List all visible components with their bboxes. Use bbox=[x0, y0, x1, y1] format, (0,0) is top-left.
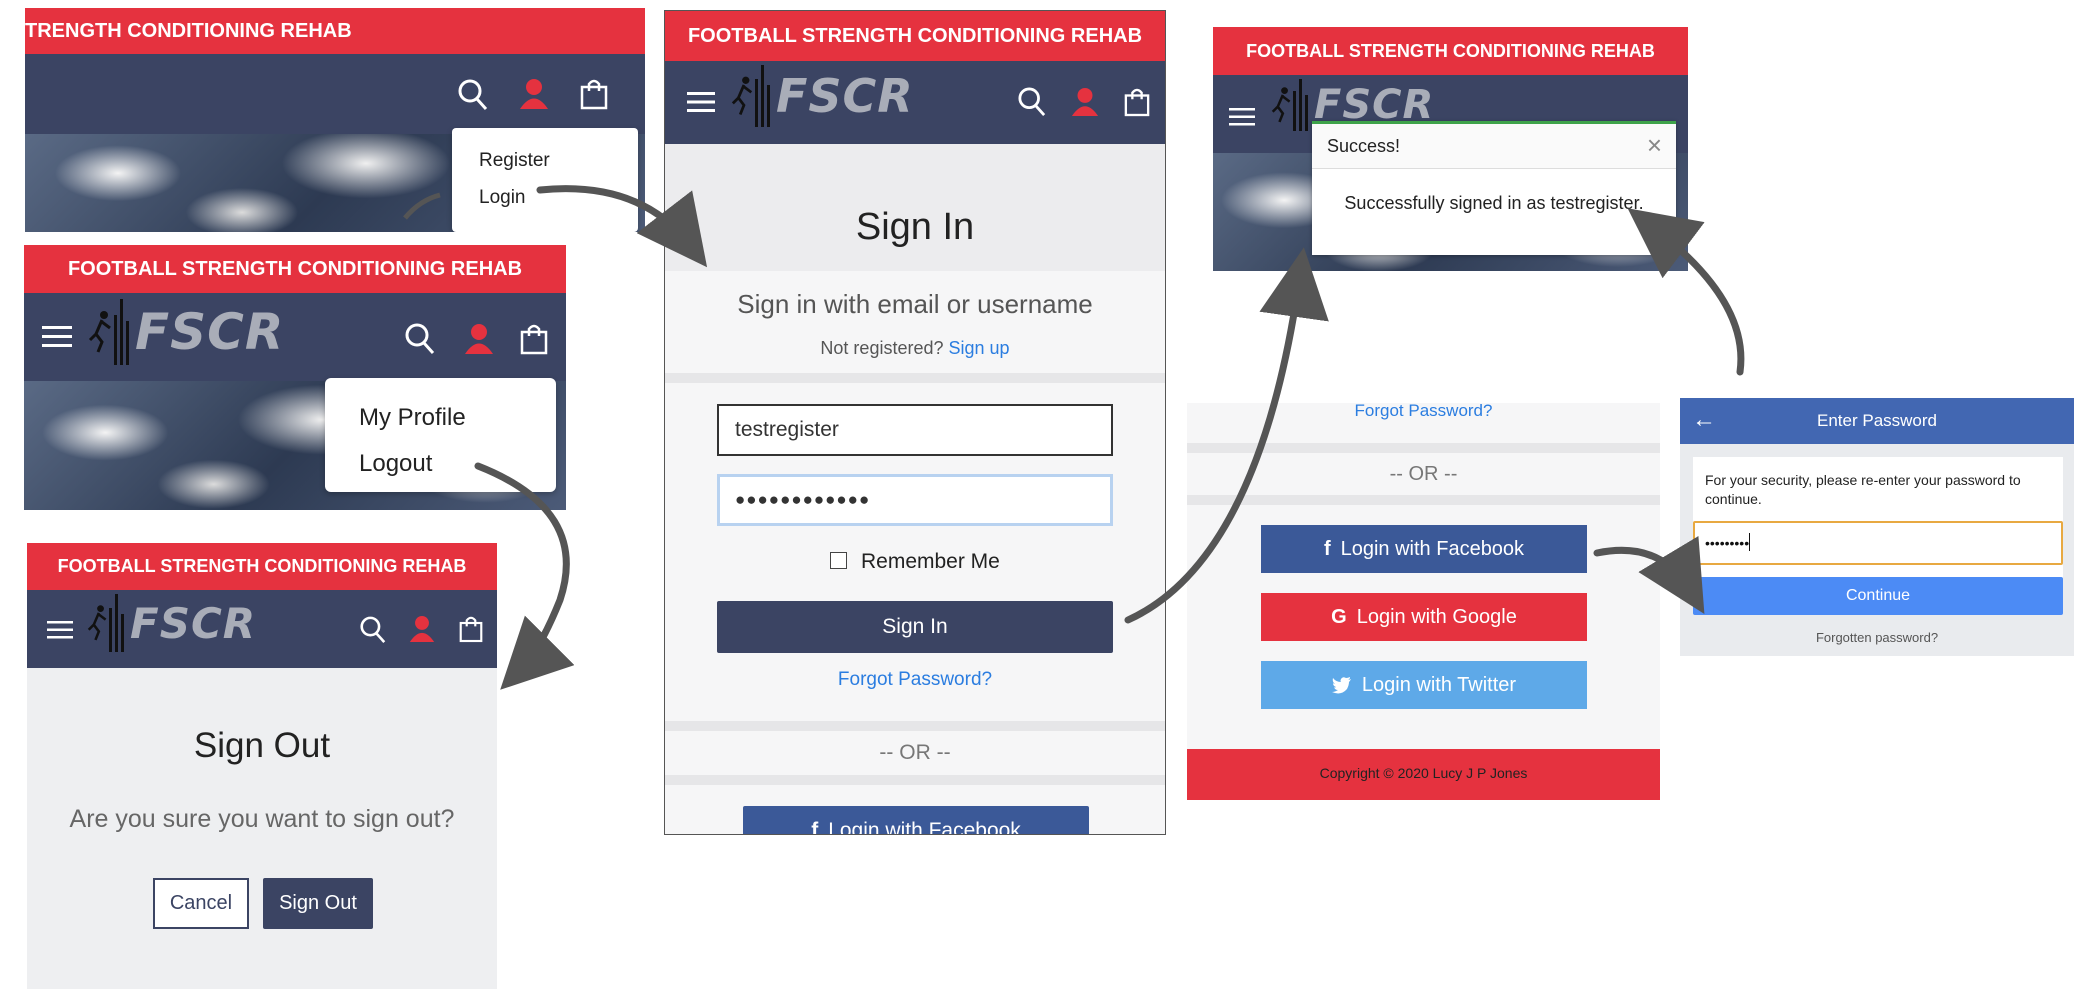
navbar: FSCR bbox=[24, 293, 566, 381]
account-dropdown: Register Login bbox=[452, 128, 638, 232]
site-banner: FOOTBALL STRENGTH CONDITIONING REHAB bbox=[1213, 27, 1688, 75]
panel-success: FOOTBALL STRENGTH CONDITIONING REHAB FSC… bbox=[1213, 27, 1688, 271]
facebook-login-button[interactable]: f Login with Facebook bbox=[743, 806, 1089, 835]
facebook-icon: f bbox=[811, 819, 819, 835]
password-value: ●●●●●●●●●●●● bbox=[735, 490, 871, 509]
divider bbox=[1187, 443, 1660, 453]
google-icon: G bbox=[1331, 605, 1347, 628]
facebook-label: Login with Facebook bbox=[1340, 537, 1525, 560]
user-icon[interactable] bbox=[409, 615, 435, 643]
fb-password-value: ••••••••• bbox=[1705, 535, 1750, 551]
shopping-bag-icon[interactable] bbox=[1124, 87, 1150, 117]
shopping-bag-icon[interactable] bbox=[520, 323, 548, 355]
or-separator: -- OR -- bbox=[1389, 463, 1458, 485]
fb-continue-button[interactable]: Continue bbox=[1693, 577, 2063, 615]
not-registered-text: Not registered? bbox=[820, 338, 944, 358]
hamburger-icon[interactable] bbox=[1229, 107, 1255, 127]
my-profile-link[interactable]: My Profile bbox=[359, 404, 466, 432]
signin-button[interactable]: Sign In bbox=[717, 601, 1113, 653]
password-input[interactable]: ●●●●●●●●●●●● bbox=[717, 474, 1113, 526]
username-value: testregister bbox=[735, 418, 839, 441]
runner-icon bbox=[88, 311, 111, 353]
remember-checkbox[interactable] bbox=[830, 552, 848, 569]
fb-password-input[interactable]: ••••••••• bbox=[1693, 521, 2063, 565]
divider bbox=[665, 721, 1165, 731]
remember-label: Remember Me bbox=[860, 550, 1000, 573]
forgot-password-link[interactable]: Forgot Password? bbox=[1187, 403, 1660, 421]
fb-forgotten-link[interactable]: Forgotten password? bbox=[1680, 630, 2074, 645]
search-icon[interactable] bbox=[405, 323, 435, 355]
user-icon[interactable] bbox=[1071, 87, 1099, 117]
fscr-logo[interactable]: FSCR bbox=[87, 594, 256, 652]
fb-header-title: Enter Password bbox=[1817, 411, 1937, 430]
navbar: FSCR bbox=[27, 590, 497, 668]
signout-title: Sign Out bbox=[193, 726, 331, 765]
facebook-icon: f bbox=[1323, 537, 1331, 560]
panel-account-menu: TRENGTH CONDITIONING REHAB Register Logi… bbox=[25, 8, 645, 232]
runner-icon bbox=[1271, 87, 1291, 123]
site-banner: FOOTBALL STRENGTH CONDITIONING REHAB bbox=[27, 543, 497, 590]
cancel-button[interactable]: Cancel bbox=[153, 878, 249, 929]
toast-heading: Success! bbox=[1327, 136, 1401, 156]
site-banner: FOOTBALL STRENGTH CONDITIONING REHAB bbox=[24, 245, 566, 293]
hamburger-icon[interactable] bbox=[687, 91, 715, 113]
twitter-label: Login with Twitter bbox=[1361, 673, 1517, 696]
signin-subtitle: Sign in with email or username bbox=[737, 289, 1093, 319]
user-icon[interactable] bbox=[519, 78, 549, 110]
runner-icon bbox=[731, 76, 753, 115]
username-input[interactable]: testregister bbox=[717, 404, 1113, 456]
logo-text: FSCR bbox=[135, 303, 285, 361]
panel-profile-menu: FOOTBALL STRENGTH CONDITIONING REHAB FSC… bbox=[24, 245, 566, 510]
google-label: Login with Google bbox=[1356, 605, 1517, 628]
divider bbox=[1187, 495, 1660, 505]
fscr-logo[interactable]: FSCR bbox=[731, 65, 914, 127]
close-icon[interactable]: × bbox=[1647, 130, 1662, 161]
shopping-bag-icon[interactable] bbox=[459, 615, 483, 643]
success-toast: Success! × Successfully signed in as tes… bbox=[1312, 121, 1676, 255]
twitter-icon bbox=[1331, 676, 1351, 693]
fscr-logo[interactable]: FSCR bbox=[88, 299, 284, 365]
forgot-password-link[interactable]: Forgot Password? bbox=[665, 669, 1165, 691]
panel-fb-password: ← Enter Password For your security, plea… bbox=[1680, 398, 2074, 656]
navbar: FSCR bbox=[665, 61, 1165, 144]
logout-link[interactable]: Logout bbox=[359, 450, 432, 478]
panel-signout: FOOTBALL STRENGTH CONDITIONING REHAB FSC… bbox=[27, 543, 497, 989]
panel-signin: FOOTBALL STRENGTH CONDITIONING REHAB FSC… bbox=[664, 10, 1166, 835]
divider bbox=[665, 373, 1165, 383]
search-icon[interactable] bbox=[360, 616, 386, 644]
user-icon[interactable] bbox=[464, 323, 494, 355]
panel-social-logins: Forgot Password? -- OR -- f Login with F… bbox=[1187, 403, 1660, 800]
site-banner: TRENGTH CONDITIONING REHAB bbox=[25, 8, 645, 54]
register-link[interactable]: Register bbox=[479, 150, 550, 172]
facebook-login-button[interactable]: f Login with Facebook bbox=[1261, 525, 1587, 573]
or-separator: -- OR -- bbox=[879, 741, 951, 764]
remember-row: Remember Me bbox=[665, 550, 1165, 574]
text-cursor bbox=[1749, 533, 1751, 551]
hamburger-icon[interactable] bbox=[47, 620, 73, 640]
toast-message: Successfully signed in as testregister. bbox=[1344, 193, 1644, 213]
search-icon[interactable] bbox=[458, 79, 488, 111]
google-login-button[interactable]: G Login with Google bbox=[1261, 593, 1587, 641]
signout-button[interactable]: Sign Out bbox=[263, 878, 373, 929]
logo-text: FSCR bbox=[130, 598, 257, 648]
facebook-label: Login with Facebook bbox=[828, 819, 1021, 835]
navbar bbox=[25, 54, 645, 134]
signin-title: Sign In bbox=[855, 206, 975, 248]
search-icon[interactable] bbox=[1018, 87, 1046, 117]
runner-icon bbox=[87, 605, 107, 641]
twitter-login-button[interactable]: Login with Twitter bbox=[1261, 661, 1587, 709]
shopping-bag-icon[interactable] bbox=[580, 78, 608, 110]
signup-prompt: Not registered? Sign up bbox=[665, 338, 1165, 359]
signup-link[interactable]: Sign up bbox=[949, 338, 1010, 358]
fb-message: For your security, please re-enter your … bbox=[1705, 472, 2021, 507]
site-banner: FOOTBALL STRENGTH CONDITIONING REHAB bbox=[665, 11, 1165, 61]
hamburger-icon[interactable] bbox=[42, 325, 72, 349]
profile-dropdown: My Profile Logout bbox=[325, 378, 556, 492]
copyright-text: Copyright © 2020 Lucy J P Jones bbox=[1319, 765, 1528, 781]
divider bbox=[665, 775, 1165, 785]
login-link[interactable]: Login bbox=[479, 187, 526, 209]
signout-question: Are you sure you want to sign out? bbox=[69, 805, 455, 833]
logo-text: FSCR bbox=[776, 69, 914, 123]
